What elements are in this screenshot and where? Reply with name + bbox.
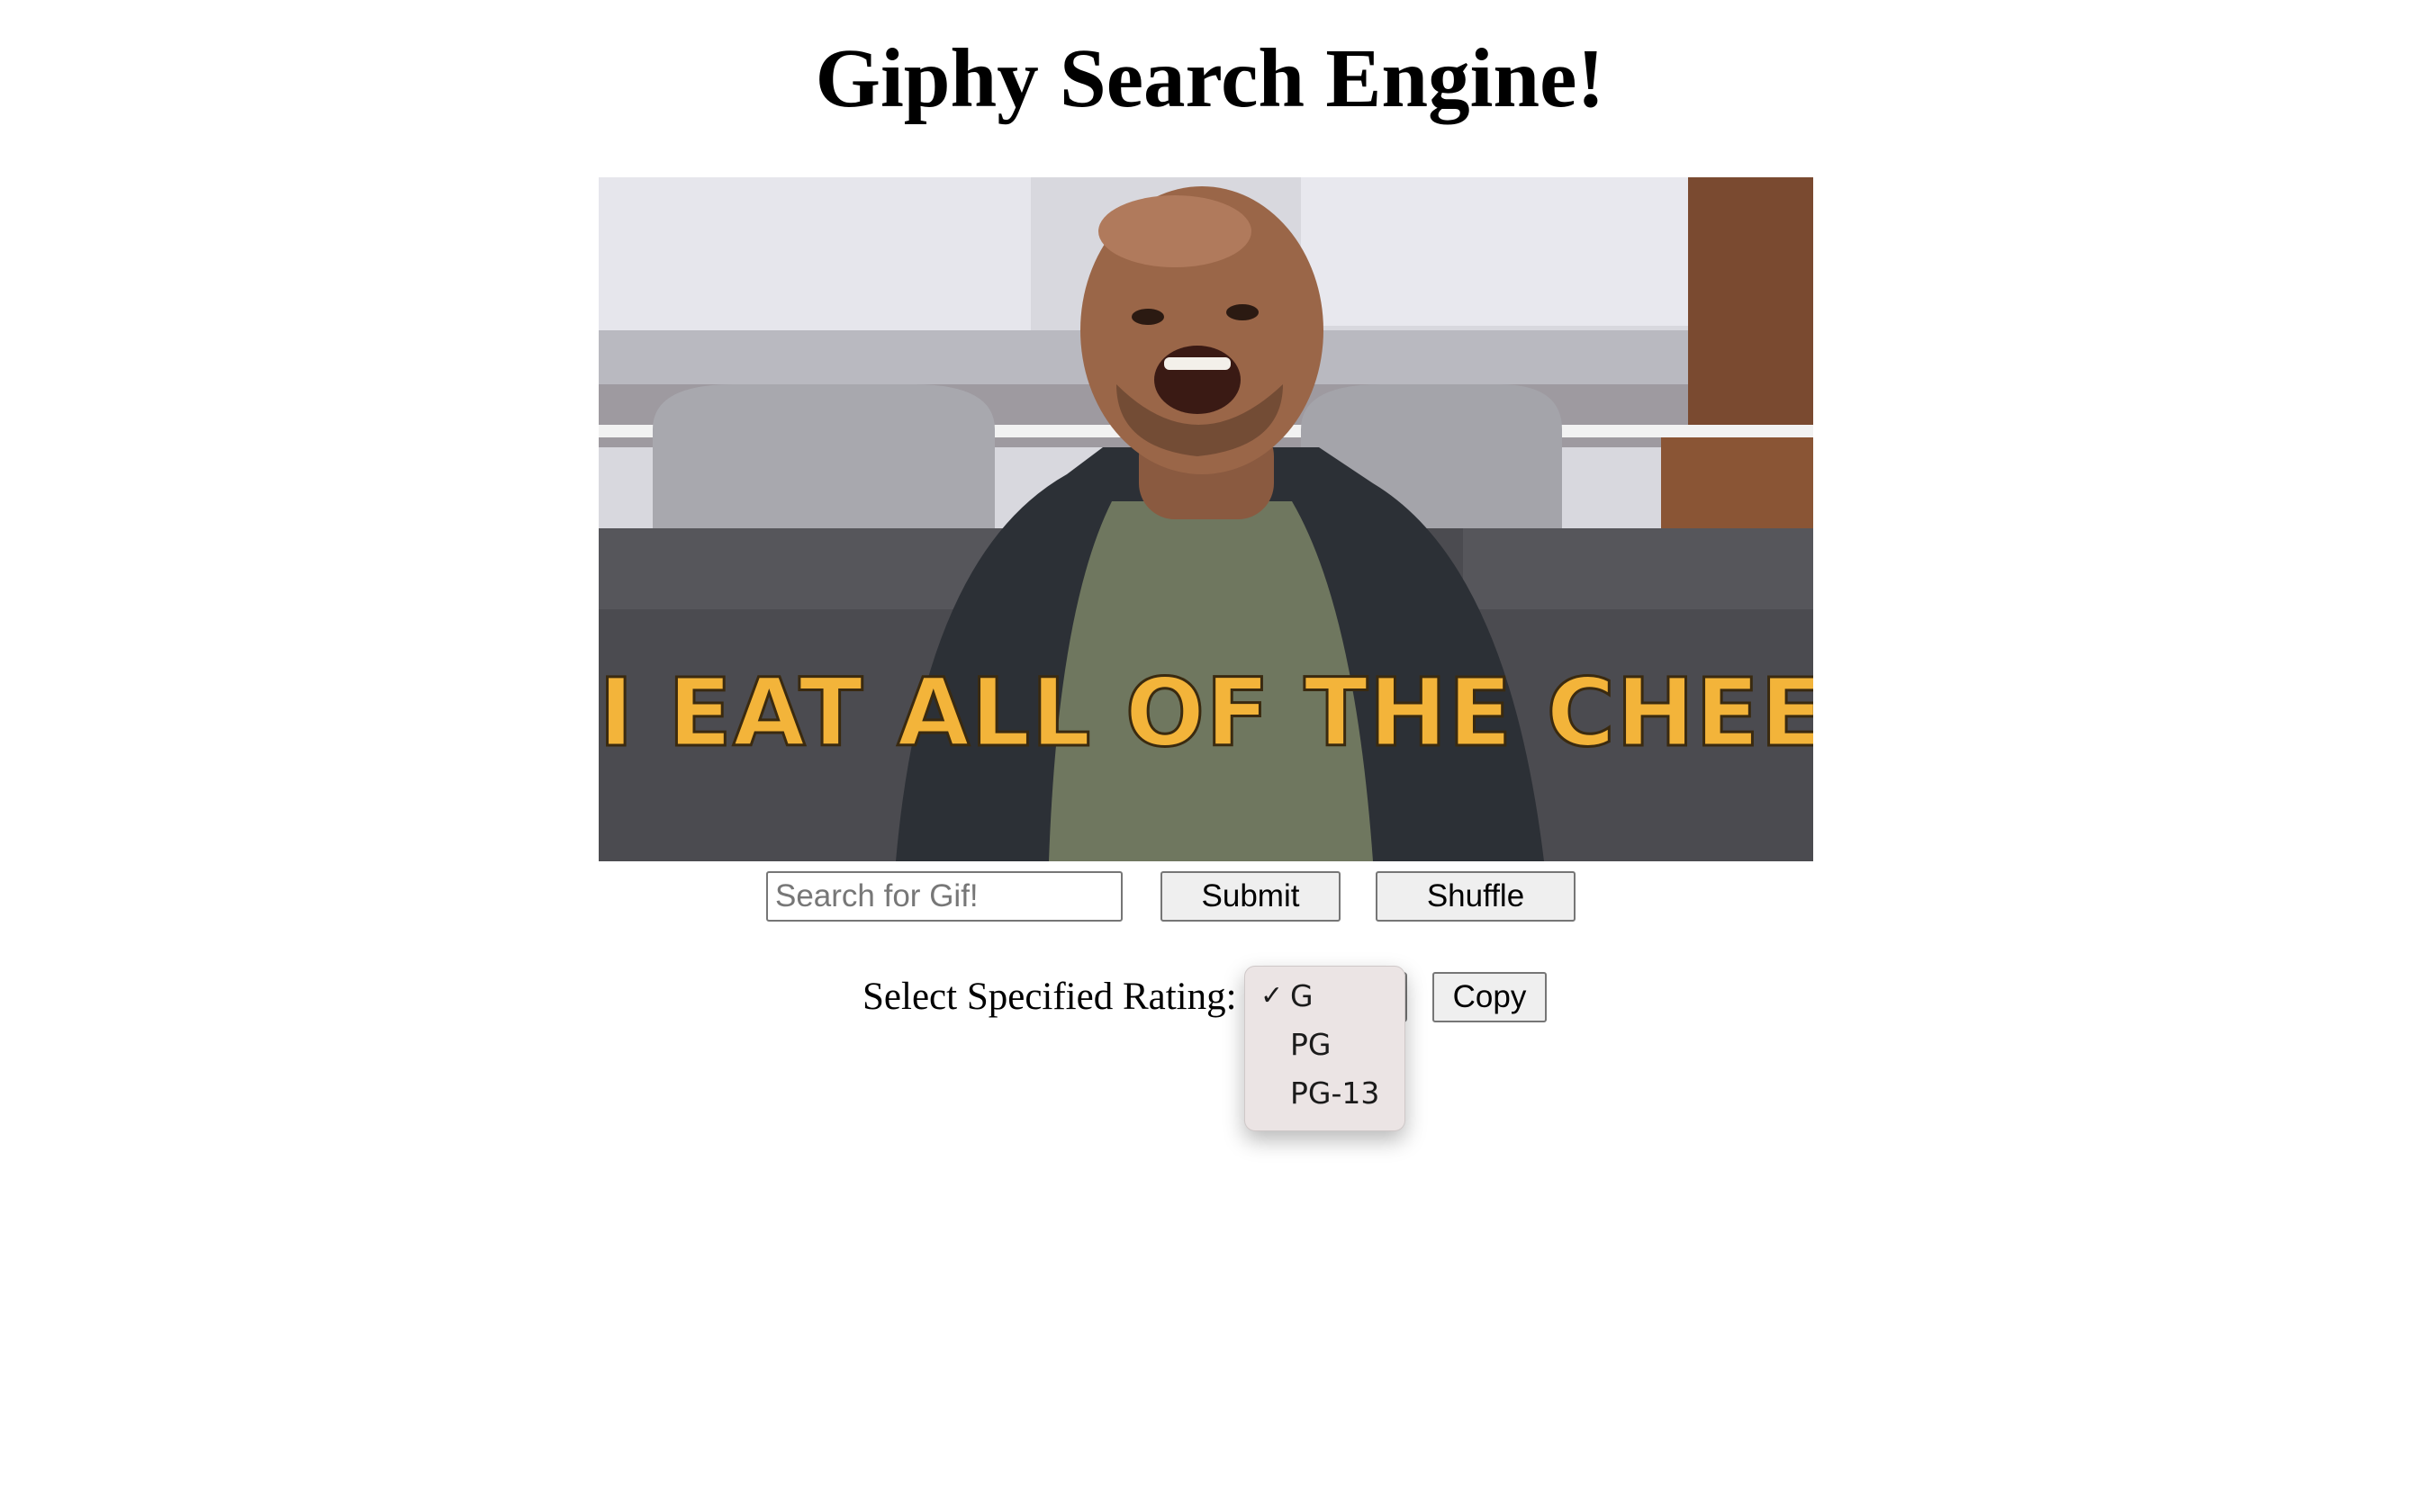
rating-label: Select Specified Rating: (862, 976, 1237, 1018)
option-label: PG-13 (1290, 1076, 1380, 1111)
rating-option-pg13[interactable]: PG-13 (1245, 1069, 1404, 1118)
checkmark-icon: ✓ (1260, 980, 1284, 1012)
page-title: Giphy Search Engine! (815, 32, 1605, 125)
gif-caption: I EAT ALL OF THE CHEESE (599, 657, 1813, 770)
option-label: PG (1290, 1027, 1332, 1062)
rating-option-g[interactable]: ✓ G (1245, 972, 1404, 1021)
rating-option-pg[interactable]: PG (1245, 1021, 1404, 1069)
gif-image: I EAT ALL OF THE CHEESE (599, 177, 1813, 861)
shuffle-button[interactable]: Shuffle (1376, 871, 1576, 922)
search-input[interactable] (766, 871, 1123, 922)
submit-button[interactable]: Submit (1160, 871, 1341, 922)
rating-dropdown-menu: ✓ G PG PG-13 (1244, 966, 1405, 1131)
option-label: G (1290, 978, 1314, 1013)
copy-button[interactable]: Copy (1432, 972, 1547, 1022)
